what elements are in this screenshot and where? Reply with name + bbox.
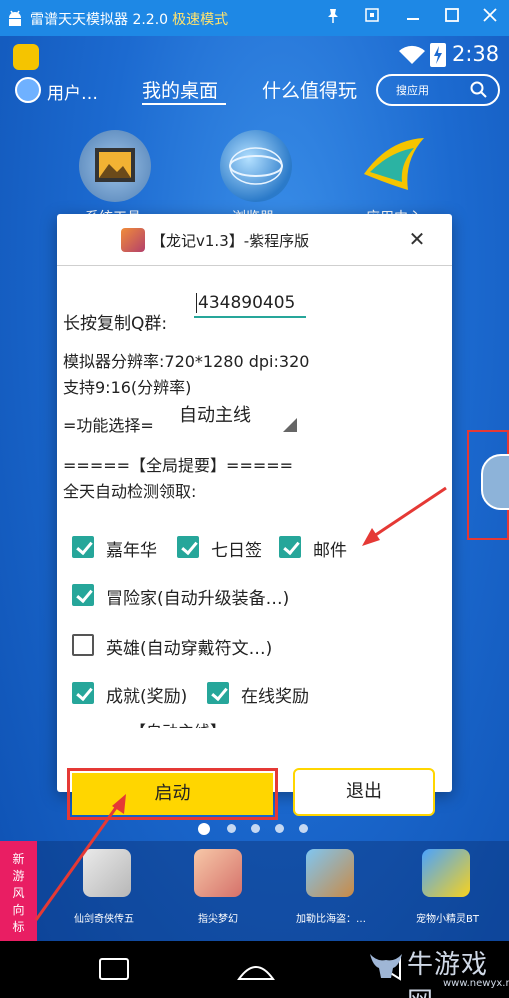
battery-icon	[430, 43, 446, 67]
section-global-header: =====【全局提要】=====	[63, 456, 294, 475]
game-dock: 新游风向标 仙剑奇侠传五 指尖梦幻 加勒比海盗：… 宠物小精灵BT	[0, 841, 509, 941]
start-button-label: 启动	[72, 773, 273, 815]
floating-ball-widget[interactable]	[467, 430, 509, 540]
clock: 2:38	[452, 42, 500, 66]
home-icon[interactable]	[236, 955, 276, 983]
function-select-label: =功能选择=	[63, 416, 154, 435]
dock-label-pokemon: 宠物小精灵BT	[416, 914, 479, 925]
qq-group-value: 434890405	[198, 293, 296, 313]
checkbox-label-adventurer: 冒险家(自动升级装备…)	[106, 589, 290, 609]
dialog-header: 【龙记v1.3】-紫程序版 ✕	[57, 214, 452, 266]
game-icon	[121, 228, 145, 252]
support-ratio-text: 支持9:16(分辨率)	[63, 378, 192, 397]
exit-button[interactable]: 退出	[293, 768, 435, 816]
close-icon[interactable]	[479, 8, 501, 28]
auto-detect-label: 全天自动检测领取:	[63, 482, 197, 501]
checkbox-carnival[interactable]	[72, 536, 94, 558]
search-icon	[470, 81, 487, 98]
dock-app-pokemon[interactable]	[422, 849, 470, 897]
script-dialog: 【龙记v1.3】-紫程序版 ✕ 长按复制Q群: 434890405 模拟器分辨率…	[57, 214, 452, 820]
bull-logo-icon	[370, 954, 402, 978]
site-watermark: 牛游戏网 www.newyx.net	[365, 942, 509, 998]
dock-label-xianjian: 仙剑奇侠传五	[74, 914, 134, 925]
checkbox-online-reward[interactable]	[207, 682, 229, 704]
checkbox-achievement[interactable]	[72, 682, 94, 704]
page-dot	[251, 824, 260, 833]
user-name[interactable]: 用户…	[47, 79, 98, 104]
status-bar: 2:38	[0, 36, 509, 72]
checkbox-hero[interactable]	[72, 634, 94, 656]
dock-label-caribbean: 加勒比海盗：…	[296, 914, 366, 925]
text-caret	[196, 293, 197, 313]
function-select[interactable]: 自动主线	[167, 400, 297, 432]
qq-group-input[interactable]: 434890405	[194, 290, 306, 318]
dialog-title: 【龙记v1.3】-紫程序版	[151, 232, 310, 250]
dock-app-zhijian[interactable]	[194, 849, 242, 897]
tab-active-indicator	[142, 103, 226, 105]
window-titlebar: 雷谱天天模拟器 2.2.0 极速模式	[0, 0, 509, 36]
user-avatar[interactable]	[15, 77, 41, 103]
new-games-tag[interactable]: 新游风向标	[0, 841, 37, 941]
function-select-value: 自动主线	[179, 405, 251, 426]
android-logo-icon	[9, 10, 21, 26]
pin-icon[interactable]	[322, 8, 344, 28]
system-tools-icon[interactable]	[79, 130, 151, 202]
checkbox-mail[interactable]	[279, 536, 301, 558]
wifi-icon	[399, 45, 425, 64]
tab-worth-playing[interactable]: 什么值得玩	[262, 76, 357, 103]
restore-icon[interactable]	[361, 8, 383, 28]
start-button[interactable]: 启动	[67, 768, 278, 820]
checkbox-adventurer[interactable]	[72, 584, 94, 606]
dialog-body: 长按复制Q群: 434890405 模拟器分辨率:720*1280 dpi:32…	[57, 266, 452, 728]
app-center-icon[interactable]	[358, 130, 430, 202]
page-dot	[227, 824, 236, 833]
emulator-screen: 2:38 用户… 我的桌面 什么值得玩 搜应用 系统工具 浏览器 应用中心 【龙…	[0, 36, 509, 998]
checkbox-label-mail: 邮件	[313, 541, 347, 561]
dock-app-caribbean[interactable]	[306, 849, 354, 897]
app-name: 雷谱天天模拟器 2.2.0	[30, 12, 169, 28]
floating-ball-icon	[481, 454, 509, 510]
checkbox-label-carnival: 嘉年华	[106, 541, 157, 561]
dock-app-xianjian[interactable]	[83, 849, 131, 897]
tab-my-desktop[interactable]: 我的桌面	[142, 76, 218, 103]
checkbox-label-achievement: 成就(奖励)	[106, 687, 188, 707]
mode-label: 极速模式	[172, 12, 229, 28]
checkbox-label-seven-day: 七日签	[211, 541, 262, 561]
page-dot-active	[198, 823, 210, 835]
recent-apps-icon[interactable]	[94, 955, 134, 983]
browser-icon[interactable]	[220, 130, 292, 202]
checkbox-label-hero: 英雄(自动穿戴符文…)	[106, 639, 273, 659]
new-games-tag-text: 新游风向标	[12, 852, 25, 934]
qq-group-label: 长按复制Q群:	[63, 314, 168, 334]
maximize-icon[interactable]	[441, 8, 463, 28]
dropdown-arrow-icon	[283, 418, 297, 432]
page-dot	[275, 824, 284, 833]
watermark-text: 牛游戏网	[407, 950, 489, 998]
minimize-icon[interactable]	[402, 8, 424, 28]
dialog-close-icon[interactable]: ✕	[406, 228, 428, 250]
checkbox-label-online-reward: 在线奖励	[241, 687, 309, 707]
page-dot	[299, 824, 308, 833]
app-search-input[interactable]: 搜应用	[376, 74, 500, 106]
dock-label-zhijian: 指尖梦幻	[198, 914, 238, 925]
search-placeholder: 搜应用	[396, 84, 429, 97]
window-title: 雷谱天天模拟器 2.2.0 极速模式	[30, 9, 228, 29]
notification-app-icon	[13, 44, 39, 70]
resolution-text: 模拟器分辨率:720*1280 dpi:320	[63, 352, 310, 371]
section-main-header: =====【自动主线】=====	[63, 718, 293, 728]
watermark-url: www.newyx.net	[443, 978, 509, 989]
checkbox-seven-day-sign[interactable]	[177, 536, 199, 558]
